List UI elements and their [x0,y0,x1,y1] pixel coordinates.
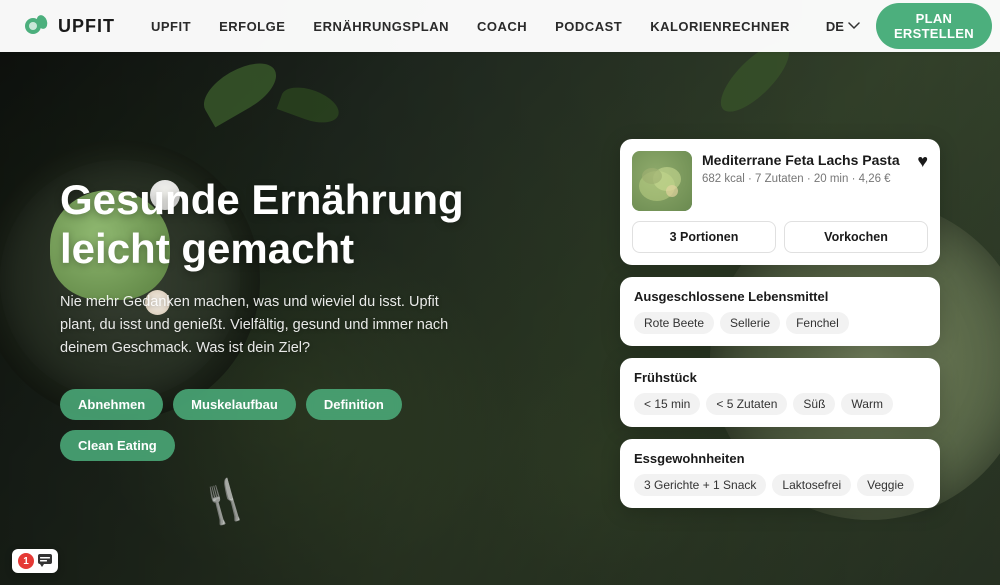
tag-fenchel[interactable]: Fenchel [786,312,849,334]
nav-podcast[interactable]: PODCAST [555,19,622,34]
chevron-down-icon [848,22,860,30]
notification-count: 1 [18,553,34,569]
hero-description: Nie mehr Gedanken machen, was und wievie… [60,291,460,361]
recipe-buttons: 3 Portionen Vorkochen [632,221,928,253]
recipe-meta: 682 kcal · 7 Zutaten · 20 min · 4,26 € [702,173,907,185]
logo[interactable]: UPFIT [24,12,115,40]
hero-title: Gesunde Ernährung leicht gemacht [60,176,500,273]
hero-left-section: Gesunde Ernährung leicht gemacht Nie meh… [60,176,540,460]
tag-suess[interactable]: Süß [793,393,835,415]
recipe-title: Mediterrane Feta Lachs Pasta [702,151,907,169]
nav-actions: PLAN ERSTELLEN STARTEN [876,3,1000,49]
tag-abnehmen[interactable]: Abnehmen [60,389,163,420]
tag-laktosefrei[interactable]: Laktosefrei [772,474,851,496]
heart-icon[interactable]: ♥ [917,151,928,172]
fruehstueck-tags: < 15 min < 5 Zutaten Süß Warm [634,393,926,415]
ausgeschlossene-card: Ausgeschlossene Lebensmittel Rote Beete … [620,277,940,346]
recipe-card: Mediterrane Feta Lachs Pasta 682 kcal · … [620,139,940,265]
nav-language[interactable]: DE [826,19,860,34]
logo-text: UPFIT [58,16,115,37]
tag-muskelaufbau[interactable]: Muskelaufbau [173,389,296,420]
vorkochen-button[interactable]: Vorkochen [784,221,928,253]
recipe-info: Mediterrane Feta Lachs Pasta 682 kcal · … [702,151,907,185]
tag-warm[interactable]: Warm [841,393,893,415]
recipe-thumbnail [632,151,692,211]
hero-content: Gesunde Ernährung leicht gemacht Nie meh… [0,52,1000,585]
ausgeschlossene-title: Ausgeschlossene Lebensmittel [634,289,926,304]
nav-erfolge[interactable]: ERFOLGE [219,19,285,34]
tag-5zutaten[interactable]: < 5 Zutaten [706,393,787,415]
nav-coach[interactable]: COACH [477,19,527,34]
nav-upfit[interactable]: UPFIT [151,19,191,34]
notification-badge[interactable]: 1 [12,549,58,573]
recipe-image [632,151,692,211]
recipe-header: Mediterrane Feta Lachs Pasta 682 kcal · … [632,151,928,211]
navbar: UPFIT UPFIT ERFOLGE ERNÄHRUNGSPLAN COACH… [0,0,1000,52]
tag-gerichte-snack[interactable]: 3 Gerichte + 1 Snack [634,474,766,496]
nav-ernaehrungsplan[interactable]: ERNÄHRUNGSPLAN [313,19,449,34]
nav-links: UPFIT ERFOLGE ERNÄHRUNGSPLAN COACH PODCA… [151,19,860,34]
tag-clean-eating[interactable]: Clean Eating [60,430,175,461]
essgewohnheiten-title: Essgewohnheiten [634,451,926,466]
tag-veggie[interactable]: Veggie [857,474,914,496]
logo-icon [24,12,52,40]
fruehstueck-title: Frühstück [634,370,926,385]
portionen-button[interactable]: 3 Portionen [632,221,776,253]
tag-15min[interactable]: < 15 min [634,393,700,415]
tag-definition[interactable]: Definition [306,389,402,420]
plan-erstellen-button[interactable]: PLAN ERSTELLEN [876,3,992,49]
nav-kalorienrechner[interactable]: KALORIENRECHNER [650,19,790,34]
hero-tags: Abnehmen Muskelaufbau Definition Clean E… [60,389,500,461]
chat-icon [38,554,52,568]
essgewohnheiten-card: Essgewohnheiten 3 Gerichte + 1 Snack Lak… [620,439,940,508]
tag-rote-beete[interactable]: Rote Beete [634,312,714,334]
ausgeschlossene-tags: Rote Beete Sellerie Fenchel [634,312,926,334]
tag-sellerie[interactable]: Sellerie [720,312,780,334]
hero-right-section: Mediterrane Feta Lachs Pasta 682 kcal · … [540,129,940,508]
fruehstueck-card: Frühstück < 15 min < 5 Zutaten Süß Warm [620,358,940,427]
essgewohnheiten-tags: 3 Gerichte + 1 Snack Laktosefrei Veggie [634,474,926,496]
